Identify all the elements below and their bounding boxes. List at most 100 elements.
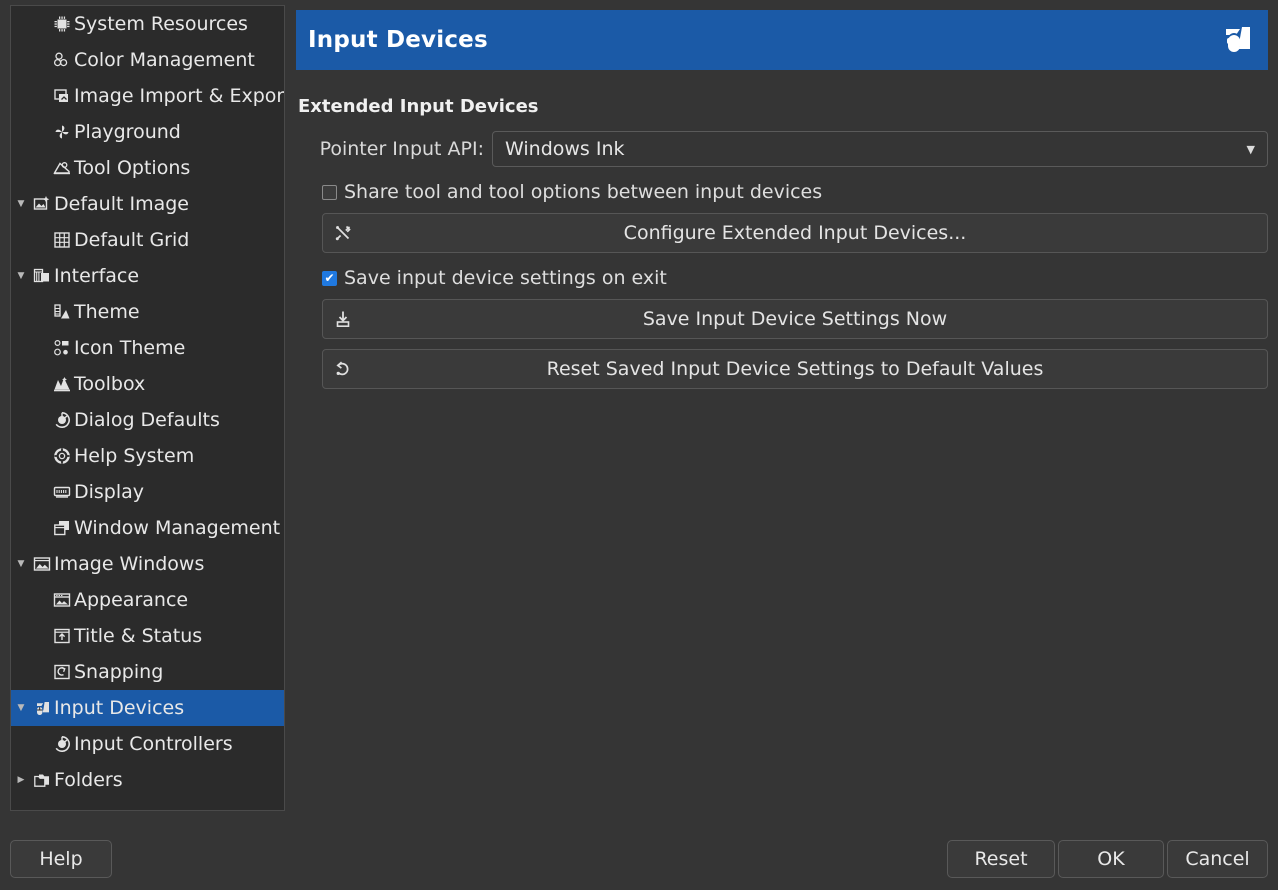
sidebar-item-label: Interface	[54, 267, 139, 286]
expander-spacer: ▼	[31, 415, 51, 425]
sidebar-item-snapping[interactable]: ▼ Snapping	[11, 654, 284, 690]
expander-spacer: ▼	[31, 595, 51, 605]
sidebar-item-label: Help System	[74, 447, 194, 466]
pointer-input-api-value: Windows Ink	[505, 138, 625, 160]
chevron-down-icon[interactable]: ▼	[11, 559, 31, 569]
save-download-icon	[333, 309, 353, 329]
default-image-icon	[31, 193, 53, 215]
sidebar-item-title-status[interactable]: ▼Title & Status	[11, 618, 284, 654]
sidebar-item-color-management[interactable]: ▼ Color Management	[11, 42, 284, 78]
sidebar-item-label: Default Grid	[74, 231, 189, 250]
configure-extended-input-devices-button[interactable]: Configure Extended Input Devices...	[322, 213, 1268, 253]
display-icon	[51, 481, 73, 503]
sidebar-item-folders[interactable]: ▶ Folders	[11, 762, 284, 798]
sidebar-item-image-windows[interactable]: ▼ Image Windows	[11, 546, 284, 582]
sidebar-item-playground[interactable]: ▼ Playground	[11, 114, 284, 150]
sidebar-item-system-resources[interactable]: ▼ System Resources	[11, 6, 284, 42]
expander-spacer: ▼	[31, 451, 51, 461]
save-on-exit-label: Save input device settings on exit	[344, 267, 667, 289]
sidebar-item-label: Image Import & Export	[74, 87, 285, 106]
sidebar-item-label: Input Controllers	[74, 735, 233, 754]
sidebar-item-label: Image Windows	[54, 555, 204, 574]
sidebar-item-input-devices[interactable]: ▼ Input Devices	[11, 690, 284, 726]
sidebar-item-display[interactable]: ▼Display	[11, 474, 284, 510]
chevron-right-icon[interactable]: ▶	[11, 775, 31, 785]
ok-button[interactable]: OK	[1058, 840, 1164, 878]
sidebar-item-tool-options[interactable]: ▼ Tool Options	[11, 150, 284, 186]
pinwheel-icon	[51, 121, 73, 143]
expander-spacer: ▼	[31, 487, 51, 497]
preferences-category-tree[interactable]: ▼System Resources▼Color Management▼Image…	[10, 5, 285, 811]
reset-saved-input-device-settings-button[interactable]: Reset Saved Input Device Settings to Def…	[322, 349, 1268, 389]
chevron-down-icon: ▼	[1247, 143, 1255, 156]
help-button[interactable]: Help	[10, 840, 112, 878]
import-export-icon	[51, 85, 73, 107]
expander-spacer: ▼	[31, 127, 51, 137]
icon-theme-icon	[51, 337, 73, 359]
pointer-input-api-row: Pointer Input API: Windows Ink ▼	[296, 131, 1268, 167]
sidebar-item-image-import-export[interactable]: ▼Image Import & Export	[11, 78, 284, 114]
page-title: Input Devices	[308, 27, 488, 53]
expander-spacer: ▼	[31, 523, 51, 533]
save-on-exit-checkbox-row[interactable]: ✔ Save input device settings on exit	[322, 267, 1268, 289]
chevron-down-icon[interactable]: ▼	[11, 703, 31, 713]
preferences-page: Input Devices Extended Input Devices Poi…	[296, 10, 1268, 810]
sidebar-item-window-management[interactable]: ▼ Window Management	[11, 510, 284, 546]
sidebar-item-label: Snapping	[74, 663, 163, 682]
folders-icon	[31, 769, 53, 791]
sidebar-item-label: System Resources	[74, 15, 248, 34]
color-wheel-icon	[51, 49, 73, 71]
sidebar-item-label: Dialog Defaults	[74, 411, 220, 430]
interface-icon	[31, 265, 53, 287]
sidebar-item-default-grid[interactable]: ▼Default Grid	[11, 222, 284, 258]
sidebar-item-appearance[interactable]: ▼ Appearance	[11, 582, 284, 618]
image-window-icon	[31, 553, 53, 575]
sidebar-item-dialog-defaults[interactable]: ▼ Dialog Defaults	[11, 402, 284, 438]
sidebar-item-interface[interactable]: ▼ Interface	[11, 258, 284, 294]
configure-extended-input-devices-label: Configure Extended Input Devices...	[624, 222, 967, 244]
sidebar-item-label: Input Devices	[54, 699, 184, 718]
grid-icon	[51, 229, 73, 251]
share-tools-checkbox[interactable]	[322, 185, 337, 200]
input-devices-icon	[31, 697, 53, 719]
sidebar-item-theme[interactable]: ▼ Theme	[11, 294, 284, 330]
expander-spacer: ▼	[31, 631, 51, 641]
sidebar-item-label: Color Management	[74, 51, 255, 70]
chevron-down-icon[interactable]: ▼	[11, 199, 31, 209]
reset-saved-input-device-settings-label: Reset Saved Input Device Settings to Def…	[547, 358, 1044, 380]
sidebar-item-default-image[interactable]: ▼Default Image	[11, 186, 284, 222]
expander-spacer: ▼	[31, 343, 51, 353]
expander-spacer: ▼	[31, 55, 51, 65]
save-on-exit-checkbox[interactable]: ✔	[322, 271, 337, 286]
sidebar-item-label: Appearance	[74, 591, 188, 610]
sidebar-item-label: Folders	[54, 771, 123, 790]
expander-spacer: ▼	[31, 163, 51, 173]
theme-icon	[51, 301, 73, 323]
dialog-defaults-icon	[51, 409, 73, 431]
sidebar-item-help-system[interactable]: ▼ Help System	[11, 438, 284, 474]
save-input-device-settings-now-label: Save Input Device Settings Now	[643, 308, 947, 330]
expander-spacer: ▼	[31, 307, 51, 317]
pointer-input-api-label: Pointer Input API:	[296, 138, 492, 160]
expander-spacer: ▼	[31, 19, 51, 29]
pointer-input-api-select[interactable]: Windows Ink ▼	[492, 131, 1268, 167]
preferences-dialog: ▼System Resources▼Color Management▼Image…	[0, 0, 1278, 890]
reset-button[interactable]: Reset	[947, 840, 1055, 878]
expander-spacer: ▼	[31, 667, 51, 677]
share-tools-checkbox-row[interactable]: Share tool and tool options between inpu…	[322, 181, 1268, 203]
tool-options-icon	[51, 157, 73, 179]
sidebar-item-input-controllers[interactable]: ▼ Input Controllers	[11, 726, 284, 762]
sidebar-item-toolbox[interactable]: ▼Toolbox	[11, 366, 284, 402]
sidebar-item-label: Playground	[74, 123, 181, 142]
sidebar-item-label: Tool Options	[74, 159, 190, 178]
cancel-button[interactable]: Cancel	[1167, 840, 1268, 878]
sidebar-item-icon-theme[interactable]: ▼Icon Theme	[11, 330, 284, 366]
save-input-device-settings-now-button[interactable]: Save Input Device Settings Now	[322, 299, 1268, 339]
cpu-chip-icon	[51, 13, 73, 35]
chevron-down-icon[interactable]: ▼	[11, 271, 31, 281]
expander-spacer: ▼	[31, 739, 51, 749]
sidebar-item-label: Theme	[74, 303, 140, 322]
appearance-icon	[51, 589, 73, 611]
checkmark-icon: ✔	[324, 272, 334, 284]
sidebar-item-label: Window Management	[74, 519, 280, 538]
